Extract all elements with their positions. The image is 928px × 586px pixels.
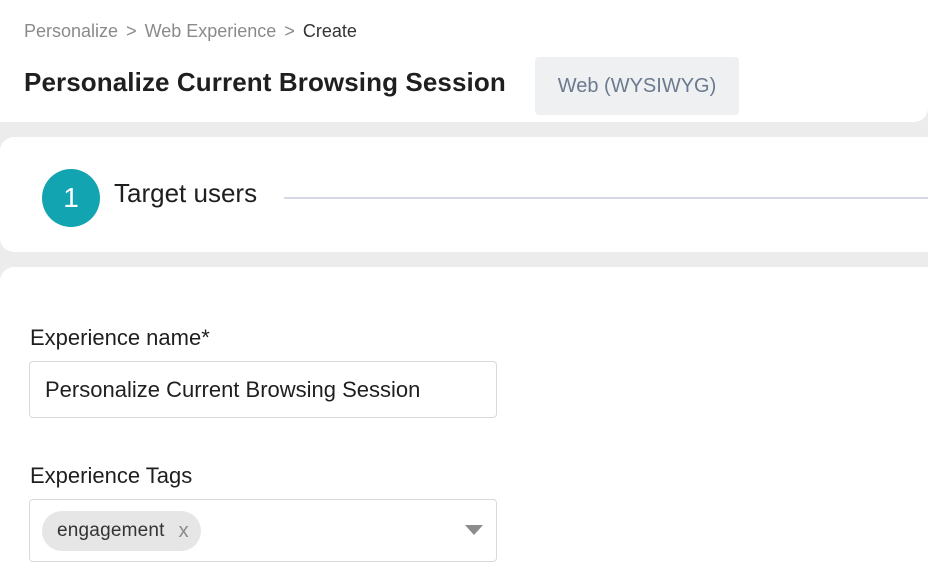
step-progress-line xyxy=(284,197,928,199)
experience-tags-select[interactable]: engagement x xyxy=(29,499,497,562)
page-title: Personalize Current Browsing Session xyxy=(24,66,506,98)
tag-chip: engagement x xyxy=(42,511,201,551)
experience-name-input[interactable] xyxy=(29,361,497,418)
tag-chip-label: engagement xyxy=(57,520,165,542)
stepper: 1 Target users xyxy=(0,137,928,252)
page-header: Personalize > Web Experience > Create Person… xyxy=(0,0,928,122)
breadcrumb-separator: > xyxy=(126,21,137,41)
breadcrumb-link-personalize[interactable]: Personalize xyxy=(24,21,118,41)
experience-form: Experience name* Experience Tags engagem… xyxy=(0,267,928,586)
experience-type-badge: Web (WYSIWYG) xyxy=(535,57,739,115)
step-number-badge: 1 xyxy=(42,169,100,227)
breadcrumb: Personalize > Web Experience > Create xyxy=(24,20,357,42)
chevron-down-icon[interactable] xyxy=(465,525,483,535)
breadcrumb-link-web-experience[interactable]: Web Experience xyxy=(145,21,277,41)
breadcrumb-separator: > xyxy=(284,21,295,41)
remove-tag-icon[interactable]: x xyxy=(179,521,189,541)
breadcrumb-current: Create xyxy=(303,21,357,41)
step-title: Target users xyxy=(114,177,257,209)
experience-name-label: Experience name* xyxy=(30,324,210,352)
experience-tags-label: Experience Tags xyxy=(30,462,192,490)
